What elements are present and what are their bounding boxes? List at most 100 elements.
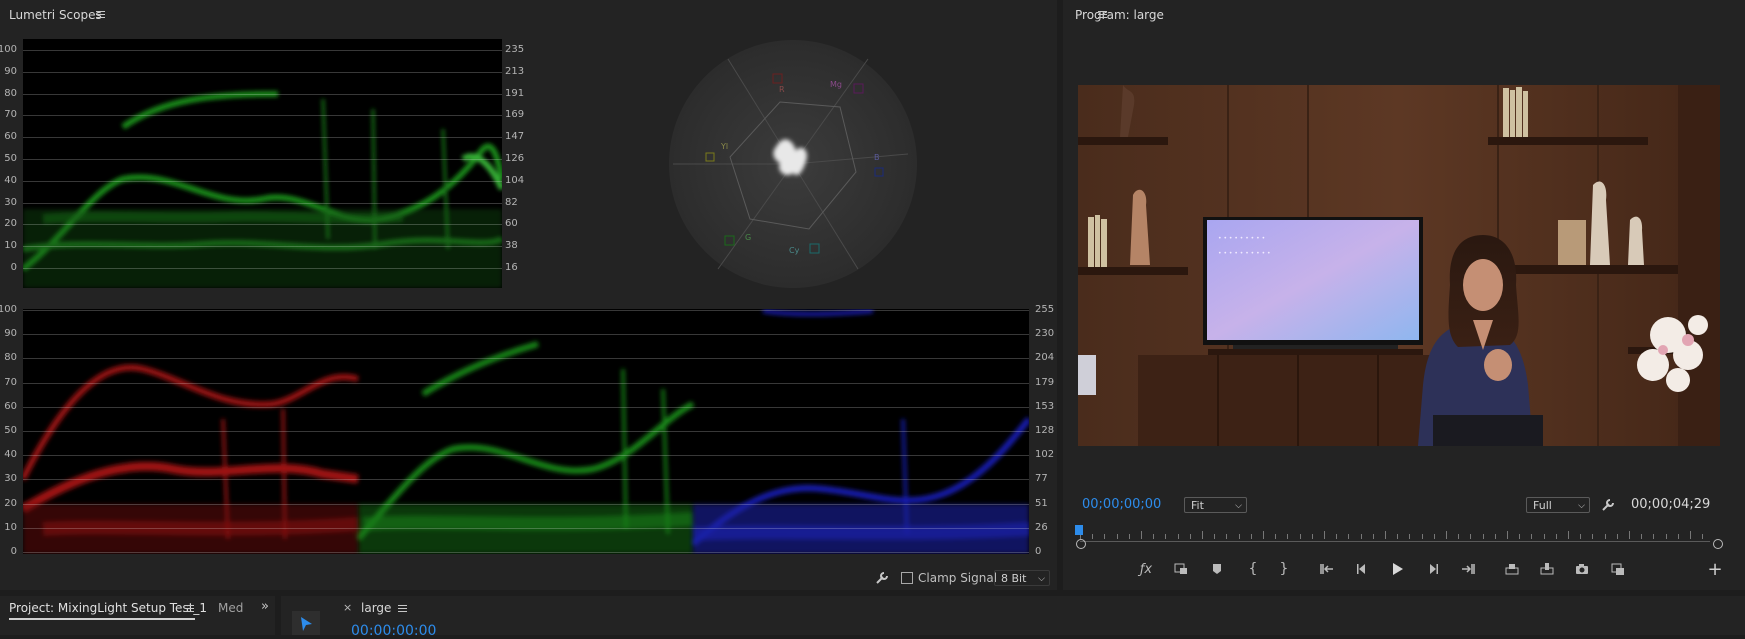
fx-icon[interactable]: ƒx: [1136, 559, 1156, 579]
chevron-down-icon: ⌵: [1038, 574, 1045, 584]
ruler-tick: [1275, 534, 1277, 539]
scale-tick-label: 70: [4, 376, 17, 388]
scale-tick-label: 169: [505, 109, 525, 121]
clamp-signal-label: Clamp Signal: [918, 571, 998, 585]
ruler-tick: [1263, 531, 1264, 539]
extract-icon[interactable]: [1537, 559, 1557, 579]
gridline: [23, 159, 502, 160]
ruler-tick: [1177, 534, 1179, 539]
add-marker-icon[interactable]: [1207, 559, 1227, 579]
scale-tick-label: 90: [4, 65, 17, 77]
go-to-in-icon[interactable]: [1317, 559, 1337, 579]
ruler-tick: [1214, 534, 1216, 539]
scale-tick-label: 60: [505, 218, 518, 230]
zoom-select[interactable]: Fit ⌵: [1184, 497, 1247, 513]
scale-tick-label: 26: [1035, 521, 1048, 533]
timeline-tab[interactable]: large: [361, 601, 391, 615]
step-forward-icon[interactable]: [1423, 559, 1443, 579]
resolution-select[interactable]: Full ⌵: [1526, 497, 1590, 513]
close-icon[interactable]: ×: [343, 601, 352, 614]
duration-timecode: 00;00;04;29: [1631, 497, 1711, 512]
ruler-tick: [1141, 531, 1142, 539]
media-browser-tab[interactable]: Med: [218, 601, 243, 615]
gridline: [23, 71, 502, 73]
project-menu-icon[interactable]: [185, 605, 194, 613]
rgb-parade: [23, 309, 1029, 554]
camera-icon[interactable]: [1572, 559, 1592, 579]
ruler-tick: [1555, 534, 1557, 539]
mark-out-icon[interactable]: }: [1274, 559, 1294, 579]
gridline: [23, 137, 502, 139]
mark-in-icon[interactable]: {: [1243, 559, 1263, 579]
timeline-menu-icon[interactable]: [398, 605, 407, 613]
clamp-signal-checkbox[interactable]: [901, 572, 913, 584]
wrench-icon[interactable]: [1600, 497, 1616, 513]
scale-tick-label: 80: [4, 352, 17, 364]
compare-view-icon[interactable]: [1608, 559, 1628, 579]
project-tab[interactable]: Project: MixingLight Setup Test_1: [9, 601, 207, 615]
gridline: [23, 310, 1029, 311]
scale-tick-label: 40: [4, 174, 17, 186]
current-timecode[interactable]: 00;00;00;00: [1082, 497, 1161, 512]
ruler-tick: [1482, 534, 1484, 539]
multi-camera-icon[interactable]: [1171, 559, 1191, 579]
vs-label-mg: Mg: [830, 80, 842, 89]
more-panels-icon[interactable]: »: [261, 599, 269, 614]
scale-tick-label: 235: [505, 44, 525, 55]
resolution-value: Full: [1533, 499, 1552, 512]
zoom-value: Fit: [1191, 499, 1204, 512]
lumetri-scopes-panel: Lumetri Scopes 100 90 80 70 60 50 40 30 20 10 0 23…: [0, 0, 1057, 590]
vectorscope: R Mg B Cy G Yl: [668, 39, 918, 289]
scopes-panel-title: Lumetri Scopes: [9, 8, 102, 22]
scale-tick-label: 80: [4, 87, 17, 99]
scale-tick-label: 213: [505, 65, 525, 77]
program-menu-icon[interactable]: [1098, 11, 1107, 19]
scale-tick-label: 104: [505, 174, 525, 186]
ruler-tick: [1568, 531, 1569, 539]
ruler-tick: [1580, 534, 1582, 539]
scale-tick-label: 60: [4, 400, 17, 412]
timeline-timecode[interactable]: 00:00:00:00: [351, 623, 436, 639]
ruler-tick: [1165, 534, 1167, 539]
scale-tick-label: 230: [1035, 328, 1055, 340]
playhead[interactable]: [1075, 525, 1083, 535]
scale-tick-label: 153: [1035, 400, 1055, 412]
chevron-down-icon: ⌵: [1578, 501, 1585, 511]
ruler-tick: [1433, 534, 1435, 539]
ruler-tick: [1092, 534, 1094, 539]
scale-tick-label: 191: [505, 87, 525, 99]
ruler-tick: [1238, 534, 1240, 539]
ruler-tick: [1104, 534, 1106, 539]
go-to-out-icon[interactable]: [1458, 559, 1478, 579]
video-frame: • • • • • • • • • • • • • • • • • • •: [1078, 85, 1720, 446]
ruler-tick: [1299, 534, 1301, 539]
parade-right-scale: 255 230 204 179 153 128 102 77 51 26 0: [1033, 305, 1057, 557]
lift-icon[interactable]: [1502, 559, 1522, 579]
scale-tick-label: 77: [1035, 473, 1048, 485]
ruler-tick: [1543, 534, 1545, 539]
bit-depth-value: 8 Bit: [1001, 572, 1027, 585]
play-icon[interactable]: [1387, 559, 1407, 579]
ruler-tick: [1446, 531, 1447, 539]
scale-tick-label: 70: [4, 109, 17, 121]
luma-waveform: [23, 39, 502, 288]
scopes-menu-icon[interactable]: [96, 11, 105, 19]
in-point-handle[interactable]: [1076, 539, 1086, 549]
ruler-tick: [1311, 534, 1313, 539]
scale-tick-label: 82: [505, 196, 518, 208]
ruler-tick: [1665, 534, 1667, 539]
gridline: [23, 431, 1029, 432]
step-back-icon[interactable]: [1352, 559, 1372, 579]
scale-tick-label: 147: [505, 131, 525, 143]
time-ruler[interactable]: [1080, 531, 1710, 545]
wrench-icon[interactable]: [874, 570, 890, 586]
ruler-tick: [1421, 534, 1423, 539]
bit-depth-select[interactable]: 8 Bit ⌵: [994, 570, 1050, 586]
add-button-icon[interactable]: +: [1705, 559, 1725, 580]
selection-tool[interactable]: [292, 611, 320, 635]
scale-tick-label: 90: [4, 328, 17, 340]
out-point-handle[interactable]: [1713, 539, 1723, 549]
scale-tick-label: 100: [0, 44, 17, 55]
timeline-panel: × large 00:00:00:00: [281, 596, 1745, 639]
ruler-tick: [1153, 534, 1155, 539]
